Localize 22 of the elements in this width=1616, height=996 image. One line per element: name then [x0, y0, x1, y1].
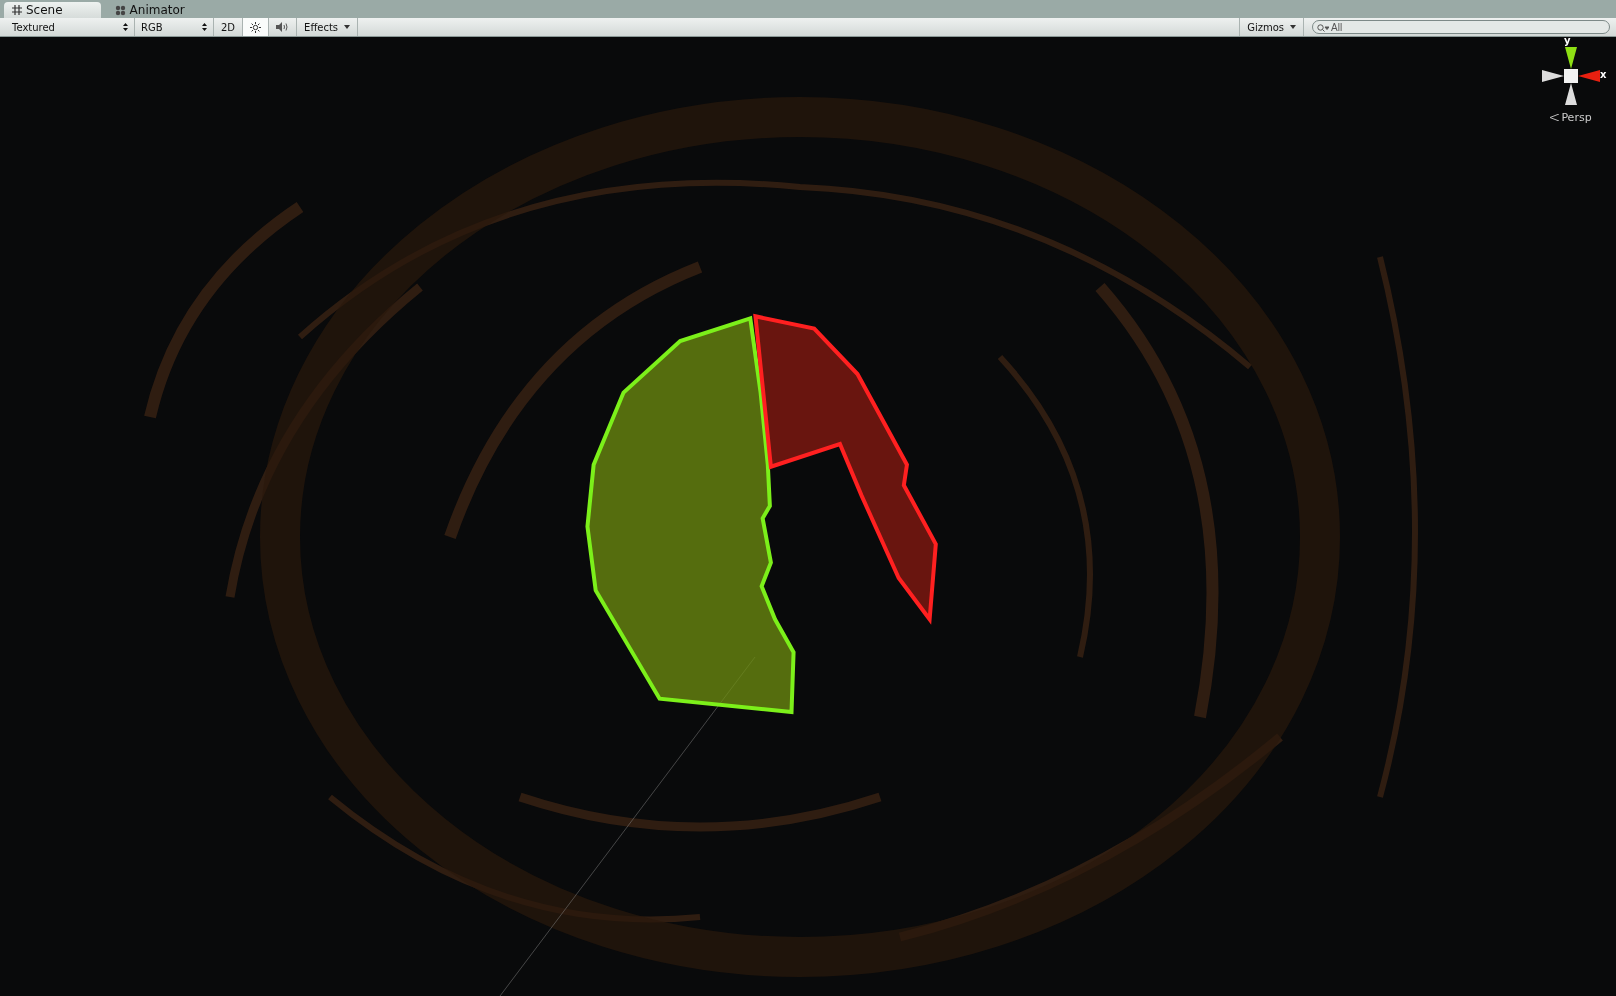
lighting-button[interactable]	[243, 18, 270, 36]
dropdown[interactable]: Textured	[6, 18, 135, 36]
axis-label: x	[1600, 69, 1607, 80]
effects-menu[interactable]: Effects	[297, 18, 359, 36]
tab[interactable]: Scene	[4, 2, 101, 18]
caret-icon	[344, 25, 351, 29]
chevron-icon	[1550, 114, 1560, 121]
nodes-icon	[114, 4, 126, 16]
gizmos-menu[interactable]: Gizmos	[1239, 18, 1304, 36]
grid-icon	[12, 5, 22, 15]
axis-label: y	[1564, 37, 1571, 46]
updown-arrow-icon	[202, 23, 207, 31]
speaker-icon	[276, 22, 290, 32]
tab[interactable]: Animator	[106, 2, 223, 18]
axis-gizmo-drawing[interactable]	[1540, 45, 1602, 107]
caret-icon	[1290, 25, 1296, 29]
search-icon	[1317, 24, 1329, 33]
projection-label[interactable]: Persp	[1550, 111, 1592, 124]
search-field[interactable]: All	[1312, 20, 1610, 34]
sun-icon	[250, 21, 262, 33]
updown-arrow-icon	[123, 23, 128, 31]
dropdown[interactable]: RGB	[135, 18, 214, 36]
